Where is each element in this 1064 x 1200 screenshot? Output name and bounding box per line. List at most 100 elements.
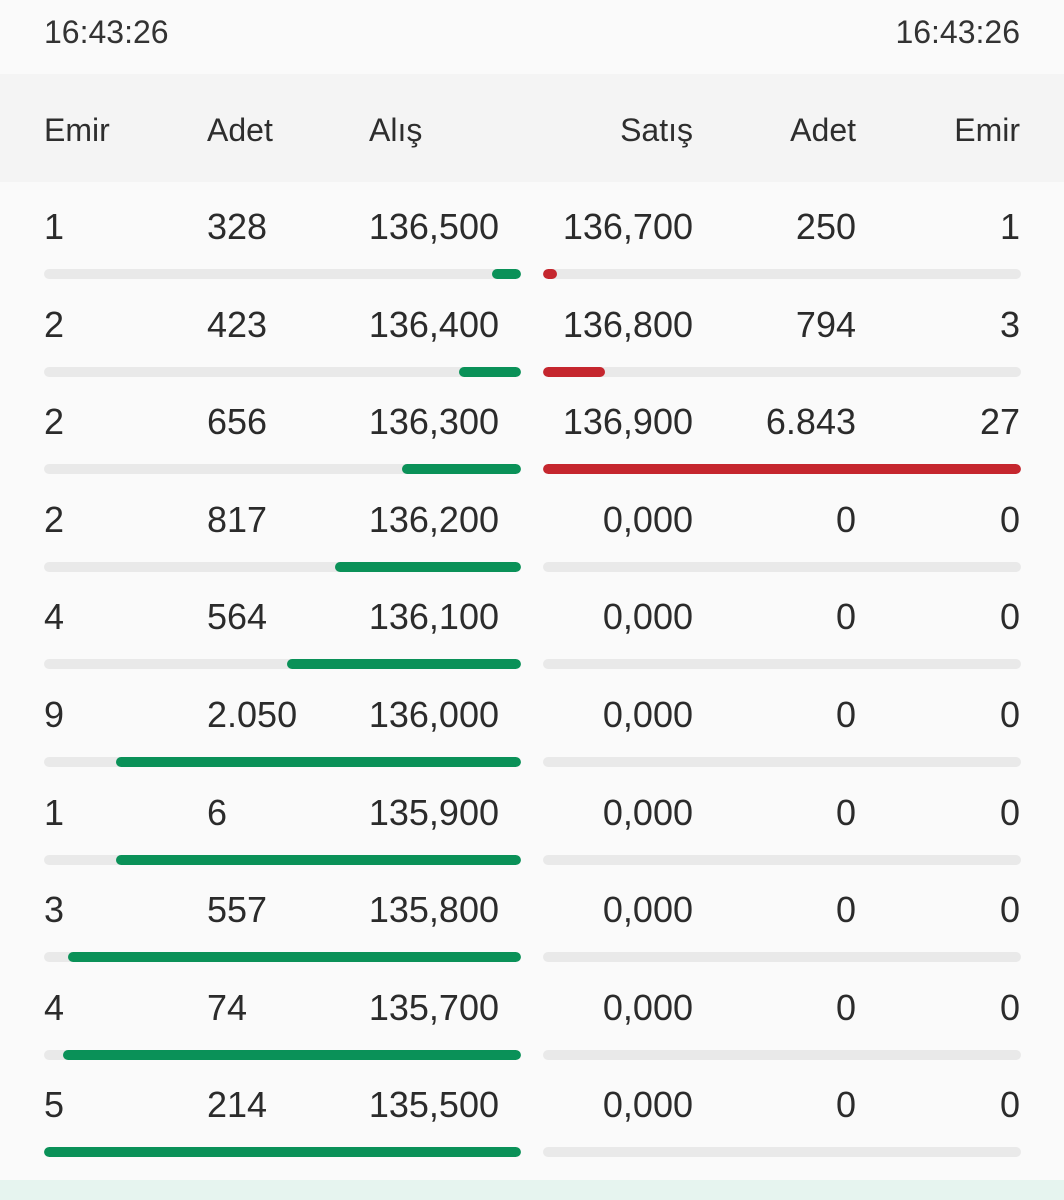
ask-depth-bar: [543, 1049, 1021, 1060]
ask-depth-bar: [543, 1147, 1021, 1158]
bid-depth-fill: [63, 1049, 521, 1060]
ask-depth-fill: [543, 269, 558, 279]
header-satis: Satış: [620, 112, 693, 148]
bid-depth-bar: [44, 269, 521, 279]
ask-emir-cell: 1: [999, 206, 1020, 247]
bid-depth-bar: [44, 366, 521, 377]
order-book-row[interactable]: 2 423 136,400 136,800 794 3: [0, 280, 1064, 378]
footer-strip: [0, 1180, 1064, 1200]
bid-emir-cell: 3: [44, 889, 65, 931]
bid-emir-cell: 4: [44, 986, 65, 1028]
bid-depth-bar: [44, 659, 521, 670]
bid-adet-cell: 557: [207, 889, 268, 931]
bid-depth-bar: [44, 561, 521, 572]
bid-emir-cell: 4: [44, 596, 65, 638]
header-ask-emir: Emir: [954, 112, 1020, 148]
bid-emir-cell: 5: [44, 1084, 65, 1126]
satis-price-cell: 0,000: [602, 889, 693, 931]
alis-price-cell: 136,000: [368, 694, 499, 735]
time-bar: 16:43:26 16:43:26: [0, 0, 1064, 74]
order-book-row[interactable]: 1 6 135,900 0,000 0 0: [0, 768, 1064, 866]
ask-adet-cell: 0: [835, 596, 856, 638]
bid-adet-cell: 328: [207, 206, 268, 247]
ask-adet-cell: 0: [835, 1084, 856, 1126]
ask-emir-cell: 27: [979, 401, 1020, 443]
ask-adet-cell: 0: [835, 889, 856, 931]
alis-price-cell: 136,200: [368, 498, 499, 540]
alis-price-cell: 135,900: [368, 791, 499, 833]
ask-depth-bar: [543, 854, 1021, 865]
bid-depth-fill: [287, 659, 521, 670]
bid-depth-fill: [492, 269, 521, 279]
bid-emir-cell: 9: [44, 694, 65, 735]
bid-emir-cell: 1: [44, 791, 65, 833]
bid-depth-fill: [115, 757, 521, 767]
bid-adet-cell: 6: [207, 791, 228, 833]
ask-emir-cell: 0: [999, 1084, 1020, 1126]
alis-price-cell: 135,800: [368, 889, 499, 931]
satis-price-cell: 0,000: [602, 791, 693, 833]
ask-depth-bar: [543, 561, 1021, 572]
bid-emir-cell: 2: [44, 498, 65, 540]
bid-emir-cell: 2: [44, 401, 65, 443]
ask-adet-cell: 0: [835, 694, 856, 735]
satis-price-cell: 0,000: [602, 986, 693, 1028]
ask-adet-cell: 0: [835, 498, 856, 540]
ask-adet-cell: 6.843: [765, 401, 856, 443]
satis-price-cell: 136,900: [562, 401, 693, 443]
bid-depth-bar: [44, 952, 521, 963]
bid-depth-bar: [44, 1049, 521, 1060]
alis-price-cell: 136,100: [368, 596, 499, 638]
header-alis: Alış: [369, 112, 423, 148]
ask-emir-cell: 0: [999, 986, 1020, 1028]
order-book-header: Emir Adet Alış Satış Adet Emir: [0, 74, 1064, 182]
header-bid-adet: Adet: [207, 112, 273, 148]
bid-depth-bar: [44, 757, 521, 767]
ask-update-time: 16:43:26: [895, 14, 1020, 50]
order-book-row[interactable]: 4 564 136,100 0,000 0 0: [0, 572, 1064, 670]
order-book-row[interactable]: 5 214 135,500 0,000 0 0: [0, 1060, 1064, 1158]
bid-depth-fill: [115, 854, 521, 865]
ask-adet-cell: 794: [795, 303, 856, 345]
ask-depth-bar: [543, 269, 1021, 279]
bid-adet-cell: 656: [207, 401, 268, 443]
ask-depth-bar: [543, 464, 1021, 475]
ask-emir-cell: 0: [999, 694, 1020, 735]
ask-depth-bar: [543, 366, 1021, 377]
ask-adet-cell: 0: [835, 791, 856, 833]
bid-adet-cell: 423: [207, 303, 268, 345]
order-book-row[interactable]: 9 2.050 136,000 0,000 0 0: [0, 670, 1064, 768]
bid-depth-fill: [401, 464, 521, 475]
satis-price-cell: 0,000: [602, 596, 693, 638]
alis-price-cell: 136,500: [368, 206, 499, 247]
alis-price-cell: 135,700: [368, 986, 499, 1028]
bid-emir-cell: 2: [44, 303, 65, 345]
bid-adet-cell: 214: [207, 1084, 268, 1126]
ask-emir-cell: 0: [999, 889, 1020, 931]
header-bid-emir: Emir: [44, 112, 110, 148]
alis-price-cell: 136,400: [368, 303, 499, 345]
ask-emir-cell: 0: [999, 791, 1020, 833]
bid-emir-cell: 1: [44, 206, 65, 247]
bid-adet-cell: 817: [207, 498, 268, 540]
satis-price-cell: 0,000: [602, 1084, 693, 1126]
satis-price-cell: 0,000: [602, 694, 693, 735]
ask-adet-cell: 250: [795, 206, 856, 247]
bid-adet-cell: 74: [207, 986, 248, 1028]
bid-depth-fill: [459, 366, 521, 377]
order-book-row[interactable]: 2 817 136,200 0,000 0 0: [0, 475, 1064, 573]
order-book-row[interactable]: 3 557 135,800 0,000 0 0: [0, 865, 1064, 963]
ask-emir-cell: 0: [999, 498, 1020, 540]
alis-price-cell: 136,300: [368, 401, 499, 443]
ask-depth-fill: [543, 464, 1021, 475]
order-book-row[interactable]: 4 74 135,700 0,000 0 0: [0, 963, 1064, 1061]
satis-price-cell: 136,800: [562, 303, 693, 345]
satis-price-cell: 136,700: [562, 206, 693, 247]
bid-adet-cell: 2.050: [207, 694, 298, 735]
ask-depth-bar: [543, 757, 1021, 767]
header-ask-adet: Adet: [790, 112, 856, 148]
order-book-row[interactable]: 2 656 136,300 136,900 6.843 27: [0, 377, 1064, 475]
ask-depth-bar: [543, 952, 1021, 963]
order-book-row[interactable]: 1 328 136,500 136,700 250 1: [0, 182, 1064, 280]
alis-price-cell: 135,500: [368, 1084, 499, 1126]
